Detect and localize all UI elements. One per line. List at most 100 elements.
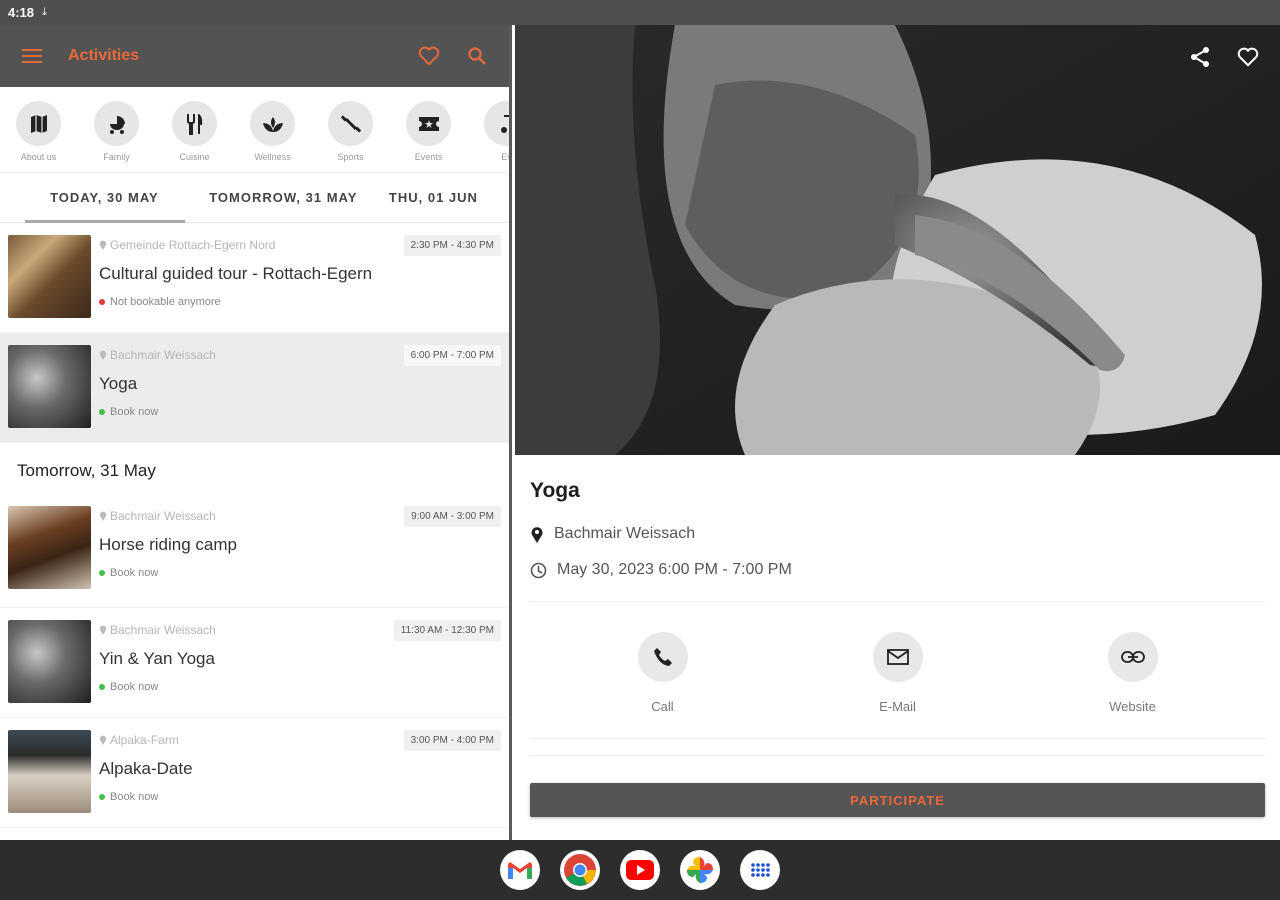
- call-button[interactable]: Call: [613, 632, 713, 738]
- app-drawer[interactable]: [740, 850, 780, 890]
- link-icon: [1120, 651, 1145, 663]
- activity-thumbnail: [8, 620, 91, 703]
- detail-title: Yoga: [530, 479, 580, 502]
- list-item[interactable]: Bachmair Weissach Horse riding camp Book…: [0, 498, 509, 608]
- cutlery-icon: [186, 113, 202, 135]
- website-label: Website: [1109, 699, 1156, 714]
- youtube-app[interactable]: [620, 850, 660, 890]
- activity-status: Book now: [110, 791, 159, 803]
- hamburger-icon: [22, 49, 42, 63]
- category-bar: About us Family Cuisine Wellness Sports …: [0, 87, 509, 173]
- email-label: E-Mail: [879, 699, 916, 714]
- category-wellness[interactable]: Wellness: [250, 101, 295, 172]
- map-icon: [30, 114, 47, 133]
- fitness-icon: [340, 114, 361, 133]
- favorite-button[interactable]: [1236, 45, 1260, 69]
- activity-location: Bachmair Weissach: [110, 348, 216, 362]
- location-pin-icon: [99, 735, 107, 745]
- status-dot: [99, 684, 105, 690]
- photos-icon: [687, 857, 713, 883]
- activity-title: Horse riding camp: [99, 535, 237, 554]
- detail-location-text: Bachmair Weissach: [554, 525, 696, 542]
- taskbar: [0, 840, 1280, 900]
- detail-location: Bachmair Weissach: [530, 525, 1280, 543]
- activity-status: Book now: [110, 681, 159, 693]
- gmail-app[interactable]: [500, 850, 540, 890]
- time-chip: 6:00 PM - 7:00 PM: [403, 345, 501, 366]
- phone-icon: [653, 648, 672, 666]
- day-header: Tomorrow, 31 May: [17, 460, 156, 480]
- activity-thumbnail: [8, 345, 91, 428]
- category-label: Events: [414, 152, 443, 162]
- list-item-selected[interactable]: Bachmair Weissach Yoga Book now 6:00 PM …: [0, 333, 509, 443]
- status-dot: [99, 409, 105, 415]
- search-icon: [468, 47, 486, 65]
- search-button[interactable]: [465, 44, 489, 68]
- location-pin-icon: [99, 350, 107, 360]
- detail-datetime-text: May 30, 2023 6:00 PM - 7:00 PM: [557, 561, 792, 578]
- list-item[interactable]: Alpaka-Farm Alpaka-Date Book now 3:00 PM…: [0, 718, 509, 828]
- list-item[interactable]: Bachmair Weissach Yin & Yan Yoga Book no…: [0, 608, 509, 718]
- heart-icon: [418, 46, 440, 66]
- time-chip: 3:00 PM - 4:00 PM: [403, 730, 501, 751]
- app-bar: Activities: [0, 25, 509, 87]
- activity-status: Book now: [110, 567, 159, 579]
- activity-title: Yin & Yan Yoga: [99, 649, 215, 668]
- share-icon: [1191, 47, 1209, 67]
- category-label: Family: [103, 152, 130, 162]
- category-sports[interactable]: Sports: [328, 101, 373, 172]
- menu-button[interactable]: [20, 44, 44, 68]
- website-button[interactable]: Website: [1083, 632, 1183, 738]
- chrome-app[interactable]: [560, 850, 600, 890]
- mail-icon: [886, 649, 909, 665]
- email-button[interactable]: E-Mail: [848, 632, 948, 738]
- list-item[interactable]: Gemeinde Rottach-Egern Nord Cultural gui…: [0, 223, 509, 333]
- date-tabs: TODAY, 30 MAY TOMORROW, 31 MAY THU, 01 J…: [0, 173, 509, 223]
- category-about-us[interactable]: About us: [16, 101, 61, 172]
- activity-status: Book now: [110, 406, 159, 418]
- activity-title: Cultural guided tour - Rottach-Egern: [99, 264, 373, 283]
- share-button[interactable]: [1188, 45, 1212, 69]
- category-more[interactable]: Ev: [484, 101, 509, 172]
- time-chip: 9:00 AM - 3:00 PM: [404, 506, 501, 527]
- favorites-button[interactable]: [417, 44, 441, 68]
- activity-thumbnail: [8, 730, 91, 813]
- music-icon: [500, 114, 509, 133]
- hero-image: [515, 25, 1280, 455]
- location-pin-icon: [531, 526, 543, 543]
- activity-thumbnail: [8, 506, 91, 589]
- heart-icon: [1237, 47, 1259, 67]
- category-label: Ev: [501, 152, 509, 162]
- page-title: Activities: [68, 47, 140, 64]
- category-label: Wellness: [254, 152, 291, 162]
- time-chip: 11:30 AM - 12:30 PM: [393, 620, 501, 641]
- category-cuisine[interactable]: Cuisine: [172, 101, 217, 172]
- apps-grid-icon: [751, 863, 770, 877]
- activity-thumbnail: [8, 235, 91, 318]
- activity-detail-pane: Yoga Bachmair Weissach May 30, 2023 6:00…: [515, 25, 1280, 840]
- clock-icon: [530, 562, 547, 578]
- tab-thursday[interactable]: THU, 01 JUN: [358, 173, 509, 222]
- tab-tomorrow[interactable]: TOMORROW, 31 MAY: [209, 173, 358, 222]
- status-dot: [99, 299, 105, 305]
- activity-list-pane: Activities About us Family Cuisine Welln…: [0, 25, 512, 840]
- location-pin-icon: [99, 240, 107, 250]
- category-label: Cuisine: [179, 152, 210, 162]
- activity-location: Bachmair Weissach: [110, 509, 216, 523]
- gmail-icon: [508, 862, 532, 879]
- status-bar: 4:18 ⤓: [0, 0, 1280, 840]
- category-events[interactable]: Events: [406, 101, 451, 172]
- activity-title: Yoga: [99, 374, 138, 393]
- tab-today[interactable]: TODAY, 30 MAY: [0, 173, 209, 222]
- participate-button[interactable]: PARTICIPATE: [530, 783, 1265, 817]
- activity-location: Alpaka-Farm: [110, 733, 179, 747]
- time-chip: 2:30 PM - 4:30 PM: [403, 235, 501, 256]
- chrome-icon: [564, 854, 596, 886]
- divider: [530, 755, 1265, 756]
- activity-status: Not bookable anymore: [110, 296, 221, 308]
- contact-actions: Call E-Mail Website: [515, 602, 1280, 738]
- photos-app[interactable]: [680, 850, 720, 890]
- status-dot: [99, 570, 105, 576]
- activity-location: Bachmair Weissach: [110, 623, 216, 637]
- category-family[interactable]: Family: [94, 101, 139, 172]
